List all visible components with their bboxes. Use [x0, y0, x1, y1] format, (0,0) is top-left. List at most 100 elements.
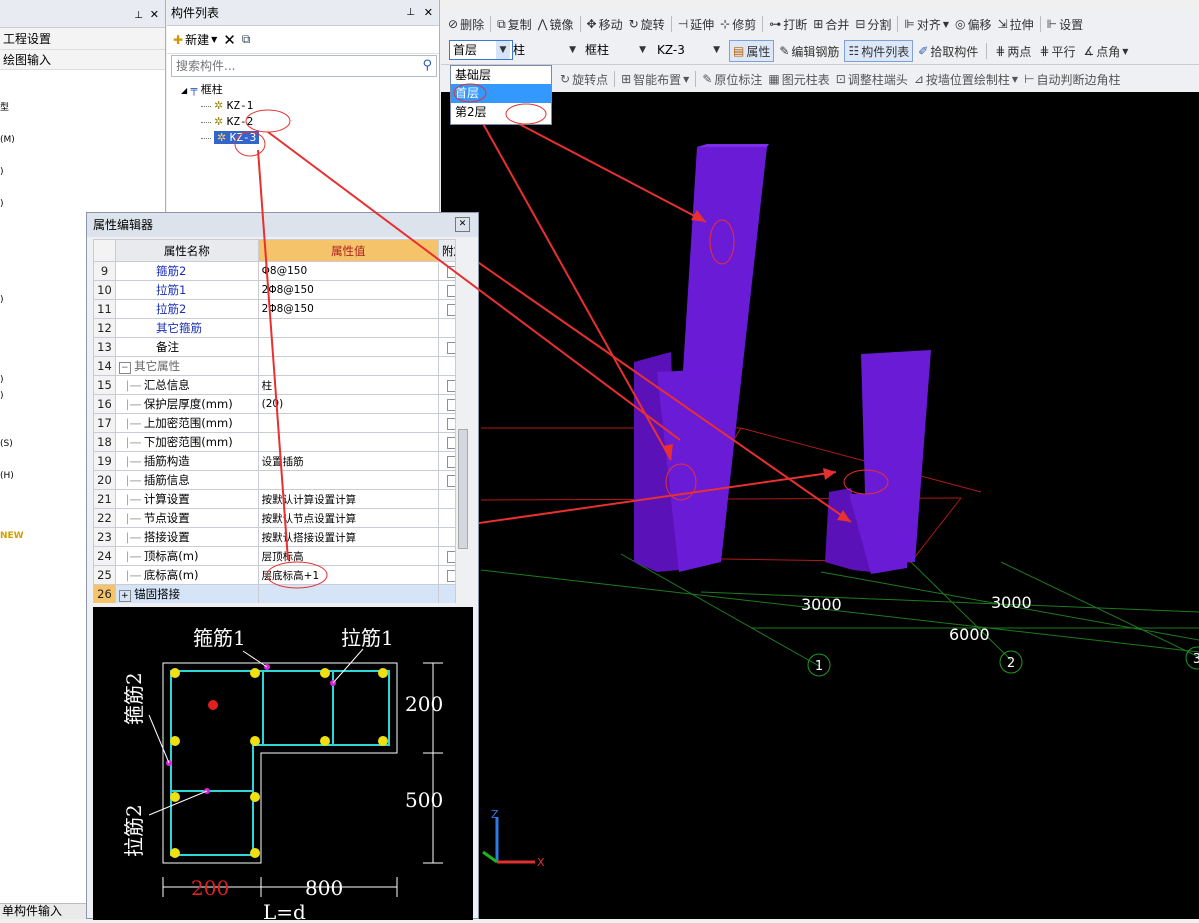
- table-row[interactable]: 15 │── 汇总信息柱: [93, 375, 469, 395]
- in-place-annotation-button[interactable]: ✎ 原位标注: [699, 68, 765, 90]
- pin-icon[interactable]: ⊥: [406, 0, 415, 26]
- subtype-select[interactable]: 框柱 ▼: [581, 40, 649, 60]
- row-number: 9: [93, 261, 116, 281]
- property-name-text: 底标高(m): [143, 568, 199, 582]
- name-select[interactable]: KZ-3 ▼: [653, 40, 723, 60]
- new-button[interactable]: ✚ 新建 ▼: [173, 31, 217, 48]
- property-value[interactable]: 2Φ8@150: [257, 299, 439, 319]
- property-button[interactable]: ▤ 属性: [729, 40, 775, 62]
- align-button[interactable]: ⊫ 对齐 ▼: [901, 13, 952, 35]
- collapse-icon[interactable]: ◢: [181, 86, 187, 95]
- component-list-button[interactable]: ☷ 构件列表: [844, 40, 914, 62]
- settings-button[interactable]: ⊩ 设置: [1044, 13, 1086, 35]
- pin-icon[interactable]: ⊥: [134, 6, 143, 25]
- label-lajin1: 拉筋1: [341, 626, 394, 650]
- table-row[interactable]: 21 │── 计算设置 按默认计算设置计算: [93, 489, 469, 509]
- property-value[interactable]: Φ8@150: [257, 261, 439, 281]
- property-value[interactable]: 按默认节点设置计算: [257, 508, 439, 528]
- property-value[interactable]: [257, 337, 439, 357]
- merge-button[interactable]: ⊞ 合并: [810, 13, 852, 35]
- table-row[interactable]: 18 │── 下加密范围(mm): [93, 432, 469, 452]
- extend-icon: ⊣: [677, 17, 689, 31]
- table-row[interactable]: 10 拉筋1 2Φ8@150: [93, 280, 469, 300]
- property-value[interactable]: 按默认搭接设置计算: [257, 527, 439, 547]
- subtype-select-value: 框柱: [585, 43, 610, 57]
- auto-corner-button[interactable]: ⊢ 自动判断边角柱: [1021, 68, 1123, 90]
- extend-button[interactable]: ⊣ 延伸: [675, 13, 717, 35]
- edit-rebar-button[interactable]: ✎ 编辑钢筋: [776, 40, 842, 62]
- delete-icon[interactable]: ✕: [223, 31, 236, 49]
- copy-icon[interactable]: ⧉: [242, 32, 251, 47]
- tree-item[interactable]: ✲ KZ-2: [181, 114, 259, 130]
- viewport-3d[interactable]: 3000 3000 6000 3000 1 2 3 Z X: [441, 92, 1199, 919]
- copy-button[interactable]: ⧉ 复制: [494, 13, 535, 35]
- scrollbar[interactable]: [455, 239, 469, 603]
- close-icon[interactable]: ✕: [455, 217, 470, 232]
- property-value[interactable]: [257, 413, 439, 433]
- property-value[interactable]: [257, 470, 439, 490]
- column-table-button[interactable]: ▦ 图元柱表: [765, 68, 832, 90]
- property-value[interactable]: 按默认计算设置计算: [257, 489, 439, 509]
- tree-item-selected[interactable]: ✲ KZ-3: [181, 130, 260, 146]
- rotate-point-button[interactable]: ↻ 旋转点: [557, 68, 611, 90]
- table-row[interactable]: 12 其它箍筋: [93, 318, 469, 338]
- property-name-text: 搭接设置: [143, 530, 190, 544]
- pick-component-button[interactable]: ✐ 拾取构件: [915, 40, 981, 62]
- search-icon[interactable]: ⚲: [422, 58, 432, 73]
- scroll-thumb[interactable]: [458, 429, 468, 549]
- table-row[interactable]: 20 │── 插筋信息: [93, 470, 469, 490]
- smart-layout-button[interactable]: ⊞ 智能布置 ▼: [618, 68, 692, 90]
- break-button[interactable]: ⊶ 打断: [766, 13, 810, 35]
- property-value[interactable]: 设置插筋: [257, 451, 439, 471]
- property-value[interactable]: [257, 432, 439, 452]
- nav-item-drawing-input[interactable]: 绘图输入: [0, 50, 165, 70]
- table-row[interactable]: 23 │── 搭接设置 按默认搭接设置计算: [93, 527, 469, 547]
- close-icon[interactable]: ✕: [424, 0, 433, 26]
- property-value[interactable]: 柱: [257, 375, 439, 395]
- search-input[interactable]: [172, 56, 412, 76]
- property-value[interactable]: 层顶标高: [257, 546, 439, 566]
- close-icon[interactable]: ✕: [150, 5, 159, 24]
- split-button[interactable]: ⊟ 分割: [852, 13, 894, 35]
- floor-select[interactable]: 首层 ▼: [449, 40, 513, 60]
- parallel-button[interactable]: ⋕ 平行: [1036, 40, 1078, 62]
- table-row[interactable]: 24 │── 顶标高(m) 层顶标高: [93, 546, 469, 566]
- stretch-button[interactable]: ⇲ 拉伸: [995, 13, 1037, 35]
- move-button[interactable]: ✥ 移动: [584, 13, 626, 35]
- property-name-text: 节点设置: [143, 511, 190, 525]
- draw-by-wall-button[interactable]: ⊿ 按墙位置绘制柱 ▼: [911, 68, 1021, 90]
- property-value[interactable]: (20): [257, 394, 439, 414]
- mirror-button[interactable]: ⋀ 镜像: [535, 13, 577, 35]
- tree-item[interactable]: ✲ KZ-1: [181, 98, 259, 114]
- tree-root[interactable]: ◢ ╤ 框柱: [181, 82, 259, 98]
- table-row[interactable]: 22 │── 节点设置 按默认节点设置计算: [93, 508, 469, 528]
- table-row[interactable]: 16 │── 保护层厚度(mm) (20): [93, 394, 469, 414]
- table-row[interactable]: 26 + 锚固搭接: [93, 584, 469, 603]
- point-angle-button[interactable]: ∡ 点角 ▼: [1080, 40, 1131, 62]
- nav-item-project-settings[interactable]: 工程设置: [0, 28, 165, 50]
- table-row[interactable]: 9 箍筋2 Φ8@150: [93, 261, 469, 281]
- table-row[interactable]: 17 │── 上加密范围(mm): [93, 413, 469, 433]
- table-row[interactable]: 13 备注: [93, 337, 469, 357]
- table-row[interactable]: 11 拉筋2 2Φ8@150: [93, 299, 469, 319]
- label: 图元柱表: [781, 72, 830, 87]
- table-row[interactable]: 25 │── 底标高(m) 层底标高+1: [93, 565, 469, 585]
- property-value[interactable]: [257, 318, 439, 338]
- adjust-column-end-button[interactable]: ⊡ 调整柱端头: [833, 68, 911, 90]
- split-icon: ⊟: [855, 17, 866, 31]
- type-select[interactable]: 柱 ▼: [509, 40, 579, 60]
- delete-button[interactable]: ⊘ 删除: [445, 13, 487, 35]
- row-number: 11: [93, 299, 116, 319]
- property-value[interactable]: 层底标高+1: [257, 565, 439, 585]
- trim-button[interactable]: ⊹ 修剪: [717, 13, 759, 35]
- column-kz-short: [825, 350, 931, 574]
- table-row[interactable]: 14− 其它属性: [93, 356, 469, 376]
- property-value[interactable]: 2Φ8@150: [257, 280, 439, 300]
- row-number: 16: [93, 394, 116, 414]
- rotate-button[interactable]: ↻ 旋转: [626, 13, 668, 35]
- property-value[interactable]: [257, 584, 439, 603]
- property-value[interactable]: [257, 356, 439, 376]
- offset-button[interactable]: ◎ 偏移: [952, 13, 995, 35]
- two-point-button[interactable]: ⋕ 两点: [992, 40, 1034, 62]
- table-row[interactable]: 19 │── 插筋构造 设置插筋: [93, 451, 469, 471]
